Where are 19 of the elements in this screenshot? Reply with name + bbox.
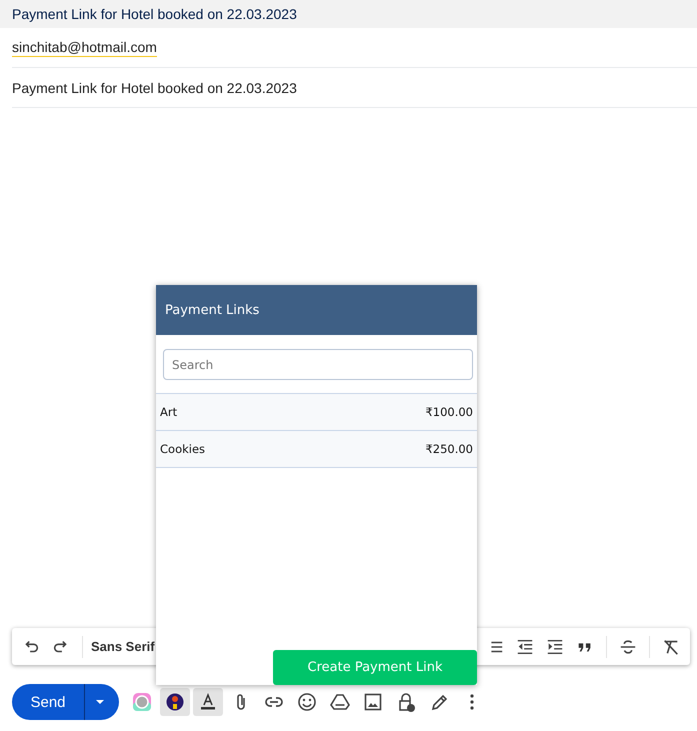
text-color-icon[interactable] — [193, 688, 223, 716]
strikethrough-icon[interactable] — [619, 638, 637, 656]
item-amount: ₹250.00 — [425, 442, 473, 456]
recipient-chip[interactable]: sinchitab@hotmail.com — [12, 38, 157, 56]
payment-link-item[interactable]: Art ₹100.00 — [156, 394, 477, 431]
font-selector[interactable]: Sans Serif — [91, 639, 155, 654]
search-field[interactable]: Search — [163, 349, 473, 380]
caret-icon[interactable] — [85, 684, 119, 720]
item-name: Cookies — [160, 442, 206, 456]
panel-title: Payment Links — [165, 302, 260, 318]
payment-link-item[interactable]: Cookies ₹250.00 — [156, 431, 477, 468]
subject-field[interactable]: Payment Link for Hotel booked on 22.03.2023 — [12, 80, 297, 96]
item-name: Art — [160, 405, 178, 419]
item-amount: ₹100.00 — [425, 405, 473, 419]
avatar-icon[interactable] — [160, 688, 190, 716]
clear-format-icon[interactable] — [662, 638, 680, 656]
indent-less-icon[interactable] — [516, 638, 534, 656]
indent-more-icon[interactable] — [546, 638, 564, 656]
window-title: Payment Link for Hotel booked on 22.03.2023 — [12, 6, 297, 22]
